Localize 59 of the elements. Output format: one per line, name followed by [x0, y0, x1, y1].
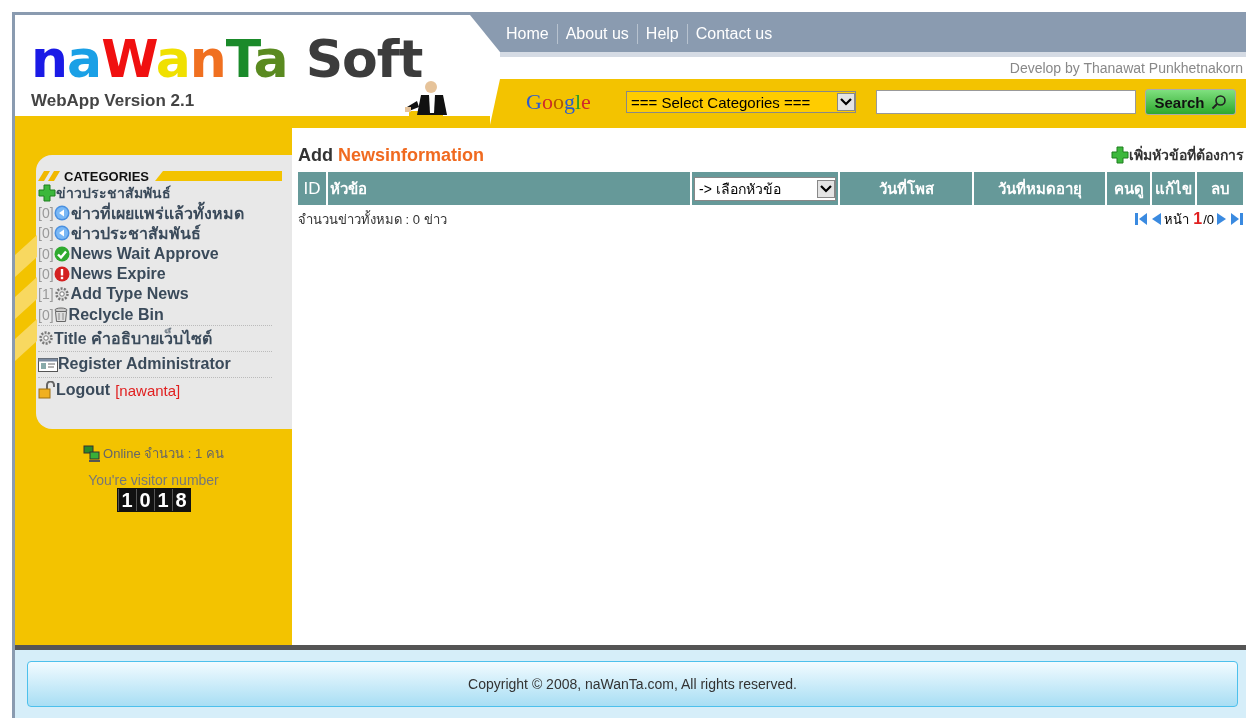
search-button[interactable]: Search: [1145, 89, 1236, 115]
search-field[interactable]: [876, 90, 1136, 114]
page-title: Add Newsinformation: [298, 144, 484, 166]
category-item[interactable]: News Wait Approve: [70, 244, 219, 263]
category-item[interactable]: Add Type News: [70, 285, 189, 304]
item-count: [0]: [38, 225, 54, 242]
section-heading: CATEGORIES: [64, 168, 149, 184]
visitor-label: You're visitor number: [88, 472, 219, 488]
category-item[interactable]: News Expire: [70, 265, 166, 284]
current-page: 1: [1193, 210, 1203, 228]
google-logo: Google: [526, 89, 592, 115]
copyright-bar: Copyright © 2008, naWanTa.com, All rights reserved.: [27, 661, 1238, 707]
sidebar-link[interactable]: Title คำอธิบายเว็บไซต์: [54, 325, 213, 351]
sidebar-link[interactable]: Logout: [56, 381, 111, 400]
gear-icon: [53, 286, 70, 303]
back-arrow-icon: [53, 225, 70, 242]
padlock-icon: [38, 381, 56, 400]
item-count: [0]: [38, 306, 54, 323]
column-header: หัวข้อ: [328, 172, 690, 205]
add-topic-link[interactable]: เพิ่มหัวข้อที่ต้องการ: [1111, 144, 1244, 166]
column-header: แก้ไข: [1152, 172, 1195, 205]
tagline: WebApp Version 2.1: [31, 91, 196, 111]
page-label: หน้า: [1164, 210, 1190, 229]
bin-icon: [53, 306, 68, 323]
column-header: คนดู: [1107, 172, 1150, 205]
counter-digit: 1: [117, 489, 136, 511]
alert-icon: [53, 266, 70, 283]
column-header: ลบ: [1197, 172, 1243, 205]
online-count: Online จำนวน : 1 คน: [103, 445, 224, 463]
first-page-icon[interactable]: [1134, 211, 1149, 227]
column-header: ID: [298, 172, 326, 205]
caret-icon: [817, 179, 835, 198]
search-icon: [1210, 94, 1227, 110]
category-item[interactable]: Reclycle Bin: [68, 305, 164, 324]
plus-icon: [1111, 146, 1129, 164]
id-card-icon: [38, 356, 58, 373]
news-total: จำนวนข่าวทั้งหมด : 0 ข่าว: [298, 209, 447, 229]
page-total: /0: [1203, 211, 1214, 227]
username: [nawanta]: [115, 381, 181, 399]
item-count: [1]: [38, 286, 54, 303]
item-count: [0]: [38, 245, 54, 262]
category-select[interactable]: === Select Categories ===: [626, 91, 856, 113]
category-item[interactable]: ข่าวประชาสัมพันธ์: [38, 183, 282, 203]
last-page-icon[interactable]: [1230, 211, 1244, 227]
category-item[interactable]: ข่าวประชาสัมพันธ์: [70, 220, 201, 246]
sidebar-link[interactable]: Register Administrator: [58, 355, 231, 374]
stripe-icon: [38, 171, 62, 181]
check-icon: [53, 245, 70, 262]
topic-select[interactable]: -> เลือกหัวข้อ: [694, 176, 836, 201]
credit-text: Develop by Thanawat Punkhetnakorn: [1009, 60, 1243, 76]
plus-icon: [38, 184, 56, 202]
column-header: วันที่หมดอายุ: [974, 172, 1105, 205]
item-count: [0]: [38, 266, 54, 283]
item-count: [0]: [38, 205, 54, 222]
logo-text: naWanTa Soft: [31, 29, 424, 89]
column-header: วันที่โพส: [840, 172, 972, 205]
computers-icon: [83, 444, 102, 463]
back-arrow-icon: [53, 205, 70, 222]
caret-icon: [837, 93, 855, 111]
